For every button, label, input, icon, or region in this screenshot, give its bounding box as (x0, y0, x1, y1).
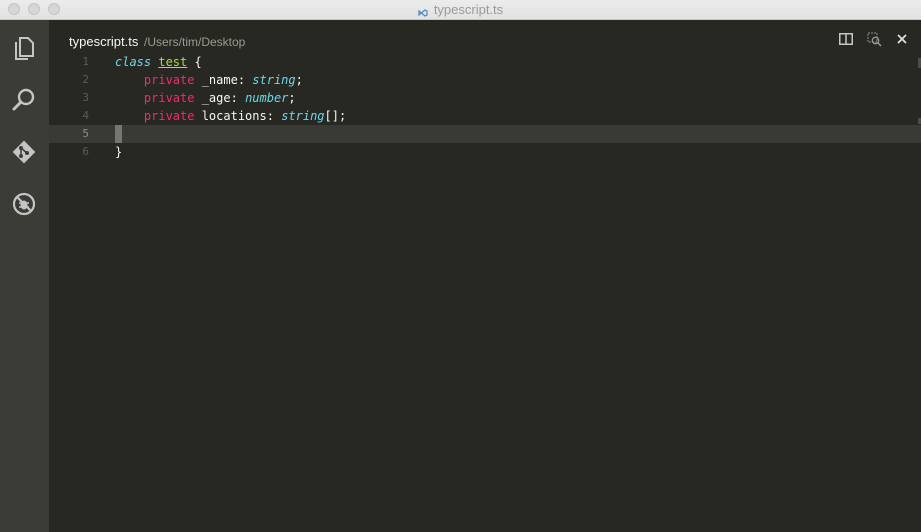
keyword-class: class (115, 55, 152, 69)
code-text: private _name: string; (115, 71, 303, 89)
split-editor-icon[interactable] (838, 31, 854, 47)
open-brace: { (187, 55, 202, 69)
type-annotation: string (281, 109, 325, 123)
editor-filename[interactable]: typescript.ts (69, 34, 138, 49)
line-number: 6 (82, 145, 89, 158)
line-number: 1 (82, 55, 89, 68)
code-line-1[interactable]: 1 class test { (49, 53, 921, 71)
line-number: 5 (82, 127, 89, 140)
terminator: ; (295, 73, 303, 87)
class-name: test (158, 55, 188, 69)
search-icon (11, 87, 37, 113)
close-brace: } (115, 145, 123, 159)
code-line-3[interactable]: 3 private _age: number; (49, 89, 921, 107)
window-title: typescript.ts (433, 2, 504, 17)
line-number: 2 (82, 73, 89, 86)
line-number: 4 (82, 109, 89, 122)
type-annotation: number (245, 91, 289, 105)
close-icon[interactable] (894, 31, 910, 47)
code-text: } (115, 143, 122, 161)
identifier: _age: (194, 91, 246, 105)
modifier-private: private (143, 109, 195, 123)
code-line-2[interactable]: 2 private _name: string; (49, 71, 921, 89)
editor-file-path: /Users/tim/Desktop (144, 35, 246, 49)
title-bar: typescript.ts (0, 0, 921, 20)
code-text: class test { (115, 53, 202, 71)
text-cursor (115, 125, 122, 143)
modifier-private: private (143, 91, 195, 105)
code-text: private locations: string[]; (115, 107, 346, 125)
git-icon (11, 139, 37, 165)
code-line-6[interactable]: 6 } (49, 143, 921, 161)
identifier: locations: (194, 109, 282, 123)
vscode-file-icon (418, 5, 428, 17)
code-line-4[interactable]: 4 private locations: string[]; (49, 107, 921, 125)
identifier: _name: (194, 73, 253, 87)
activity-bar (0, 20, 49, 532)
modifier-private: private (143, 73, 195, 87)
activity-debug[interactable] (10, 190, 38, 218)
activity-explorer[interactable] (10, 34, 38, 62)
files-icon (13, 36, 35, 60)
editor: typescript.ts /Users/tim/Desktop 1 class… (49, 20, 921, 532)
activity-search[interactable] (10, 86, 38, 114)
activity-git[interactable] (10, 138, 38, 166)
code-text: private _age: number; (115, 89, 296, 107)
terminator: []; (324, 109, 347, 123)
debug-icon (11, 191, 37, 217)
terminator: ; (288, 91, 296, 105)
code-line-5[interactable]: 5 (49, 125, 921, 143)
line-number: 3 (82, 91, 89, 104)
open-changes-icon[interactable] (866, 31, 882, 47)
type-annotation: string (252, 73, 296, 87)
